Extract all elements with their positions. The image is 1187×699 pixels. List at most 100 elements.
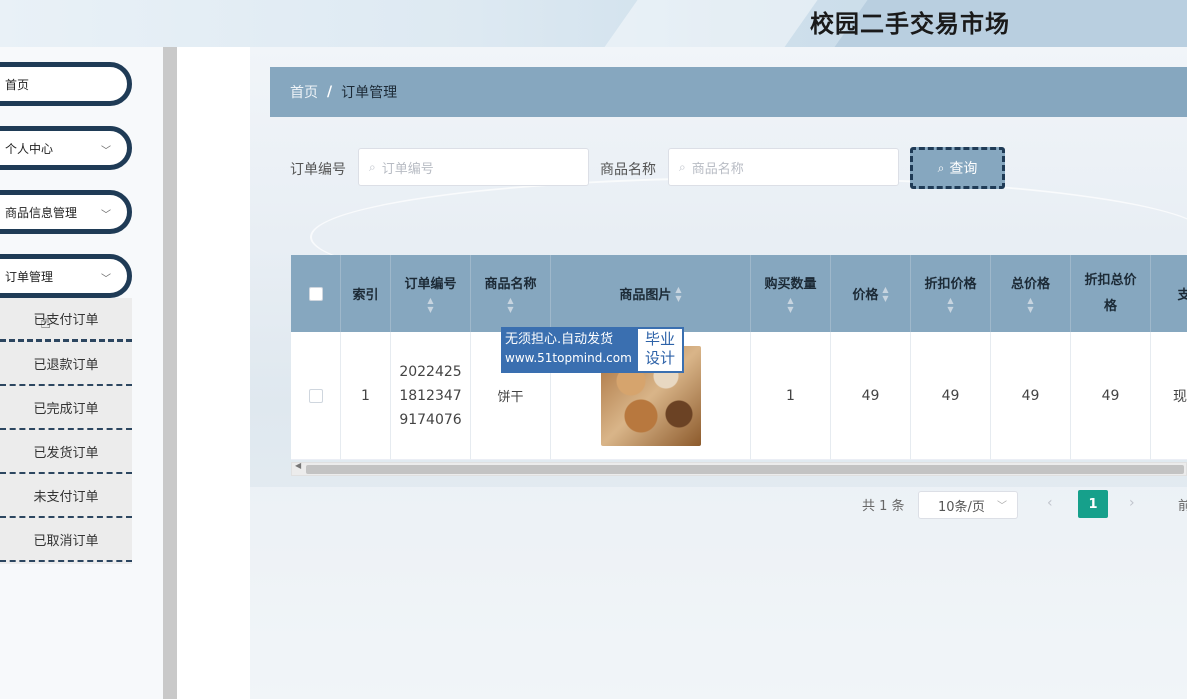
page-number-button[interactable]: 1 xyxy=(1078,490,1108,518)
sort-icon[interactable]: ▲ ▼ xyxy=(427,296,433,314)
column-header-goods-name[interactable]: 商品名称 ▲ ▼ xyxy=(471,255,551,332)
column-header-total-price[interactable]: 总价格 ▲ ▼ xyxy=(991,255,1071,332)
breadcrumb-home[interactable]: 首页 xyxy=(290,82,318,102)
column-header-label: 折扣总价格 xyxy=(1084,272,1137,314)
watermark-url: www.51topmind.com xyxy=(505,351,632,365)
order-no-line: 9174076 xyxy=(399,411,462,428)
column-header-goods-image[interactable]: 商品图片 ▲ ▼ xyxy=(551,255,751,332)
column-header-discount-total[interactable]: 折扣总价格 xyxy=(1071,255,1151,332)
order-no-input[interactable]: ⌕ 订单编号 xyxy=(358,148,589,186)
goods-name-placeholder: 商品名称 xyxy=(691,161,744,177)
order-no-line: 2022425 xyxy=(399,363,462,380)
column-header-label: 购买数量 xyxy=(764,277,817,292)
prev-page-button[interactable]: ‹ xyxy=(1047,495,1053,511)
sidebar-item-label: 商品信息管理 xyxy=(5,205,78,220)
goods-name-label: 商品名称 xyxy=(600,162,656,178)
search-icon: ⌕ xyxy=(937,160,945,175)
column-header-payment[interactable]: 支付 xyxy=(1151,255,1187,332)
chevron-down-icon: ﹀ xyxy=(997,501,1007,512)
sidebar-item-home[interactable]: 首页 xyxy=(0,62,132,106)
select-all-header xyxy=(291,255,341,332)
header-decoration xyxy=(588,0,832,47)
pagination-goto-label: 前 xyxy=(1178,499,1187,514)
breadcrumb-separator: / xyxy=(327,84,333,100)
sidebar-scrollbar[interactable] xyxy=(163,47,177,699)
chevron-down-icon: ﹀ xyxy=(101,210,111,221)
top-header: 校园二手交易市场 xyxy=(0,0,1187,47)
select-all-checkbox[interactable] xyxy=(308,286,323,301)
search-button-label: 查询 xyxy=(949,161,978,177)
app-title: 校园二手交易市场 xyxy=(810,10,1010,38)
search-icon: ⌕ xyxy=(679,159,686,174)
pagination-total: 共 1 条 xyxy=(862,499,905,514)
column-header-quantity[interactable]: 购买数量 ▲ ▼ xyxy=(751,255,831,332)
page-size-select[interactable]: 10条/页 ﹀ xyxy=(918,491,1018,519)
sort-icon[interactable]: ▲ ▼ xyxy=(947,296,953,314)
column-header-order-no[interactable]: 订单编号 ▲ ▼ xyxy=(391,255,471,332)
sidebar-item-label: 个人中心 xyxy=(5,141,54,156)
submenu-item-label: 已完成订单 xyxy=(33,401,99,417)
sort-icon[interactable]: ▲ ▼ xyxy=(882,285,888,303)
sidebar-item-label: 订单管理 xyxy=(5,269,54,284)
background-decoration xyxy=(250,487,1187,699)
row-select-cell xyxy=(291,332,341,460)
watermark-text: 无须担心.自动发货 xyxy=(505,332,614,347)
watermark-text: 设计 xyxy=(644,349,675,367)
watermark-right: 毕业 设计 xyxy=(636,327,684,373)
column-header-price[interactable]: 价格 ▲ ▼ xyxy=(831,255,911,332)
sidebar-item-goods-management[interactable]: 商品信息管理 ﹀ xyxy=(0,190,132,234)
sidebar-item-personal-center[interactable]: 个人中心 ﹀ xyxy=(0,126,132,170)
sidebar-item-order-management[interactable]: 订单管理 ﹀ xyxy=(0,254,132,298)
order-submenu: 已支付订单 已退款订单 已完成订单 已发货订单 未支付订单 已取消订单 xyxy=(0,298,132,564)
next-page-button[interactable]: › xyxy=(1129,495,1135,511)
submenu-item-unpaid-orders[interactable]: 未支付订单 xyxy=(0,474,132,518)
submenu-item-paid-orders[interactable]: 已支付订单 xyxy=(0,298,132,342)
table-horizontal-scrollbar[interactable]: ◀ xyxy=(291,461,1187,476)
chevron-down-icon: ﹀ xyxy=(101,274,111,285)
breadcrumb-current: 订单管理 xyxy=(341,85,398,101)
order-no-line: 1812347 xyxy=(399,387,462,404)
submenu-item-refunded-orders[interactable]: 已退款订单 xyxy=(0,342,132,386)
watermark-overlay: 无须担心.自动发货 www.51topmind.com 毕业 设计 xyxy=(501,327,684,373)
table-cell-quantity: 1 xyxy=(751,332,831,460)
table-body: 1 2022425 1812347 9174076 饼干 1 49 49 49 … xyxy=(291,332,1187,460)
column-header-label: 折扣价格 xyxy=(924,277,977,292)
order-no-label: 订单编号 xyxy=(290,162,346,178)
submenu-item-label: 已发货订单 xyxy=(33,445,99,461)
sort-icon[interactable]: ▲ ▼ xyxy=(675,285,681,303)
search-button[interactable]: ⌕ 查询 xyxy=(910,147,1005,189)
content-gutter xyxy=(177,47,250,699)
orders-table: 索引 订单编号 ▲ ▼ 商品名称 ▲ ▼ 商品图片 ▲ ▼ 购买数量 ▲ ▼ 价格 ▲ ▼… xyxy=(291,255,1187,460)
table-cell-total-price: 49 xyxy=(991,332,1071,460)
chevron-down-icon: ﹀ xyxy=(101,146,111,157)
table-cell-payment: 现 xyxy=(1151,332,1187,460)
submenu-item-completed-orders[interactable]: 已完成订单 xyxy=(0,386,132,430)
column-header-index: 索引 xyxy=(341,255,391,332)
table-cell-index: 1 xyxy=(341,332,391,460)
submenu-item-label: 已退款订单 xyxy=(33,357,99,373)
column-header-label: 总价格 xyxy=(1010,277,1050,292)
order-no-placeholder: 订单编号 xyxy=(381,161,434,177)
hand-cursor-icon: ☝ xyxy=(40,312,51,333)
column-header-discount-price[interactable]: 折扣价格 ▲ ▼ xyxy=(911,255,991,332)
table-header: 索引 订单编号 ▲ ▼ 商品名称 ▲ ▼ 商品图片 ▲ ▼ 购买数量 ▲ ▼ 价格 ▲ ▼… xyxy=(291,255,1187,332)
column-header-label: 订单编号 xyxy=(404,277,457,292)
goods-name-input[interactable]: ⌕ 商品名称 xyxy=(668,148,899,186)
row-checkbox[interactable] xyxy=(308,388,323,403)
submenu-item-shipped-orders[interactable]: 已发货订单 xyxy=(0,430,132,474)
table-cell-price: 49 xyxy=(831,332,911,460)
page-size-value: 10条/页 xyxy=(938,499,985,515)
column-header-label: 价格 xyxy=(852,288,879,303)
submenu-item-cancelled-orders[interactable]: 已取消订单 xyxy=(0,518,132,562)
search-icon: ⌕ xyxy=(369,159,376,174)
submenu-item-label: 已取消订单 xyxy=(33,533,99,549)
scrollbar-thumb[interactable] xyxy=(306,465,1184,474)
table-cell-discount-price: 49 xyxy=(911,332,991,460)
sort-icon[interactable]: ▲ ▼ xyxy=(1027,296,1033,314)
submenu-item-label: 未支付订单 xyxy=(33,489,99,505)
scroll-left-icon[interactable]: ◀ xyxy=(295,461,301,470)
sort-icon[interactable]: ▲ ▼ xyxy=(507,296,513,314)
sort-icon[interactable]: ▲ ▼ xyxy=(787,296,793,314)
watermark-left: 无须担心.自动发货 www.51topmind.com xyxy=(501,327,636,373)
column-header-label: 索引 xyxy=(352,288,379,303)
